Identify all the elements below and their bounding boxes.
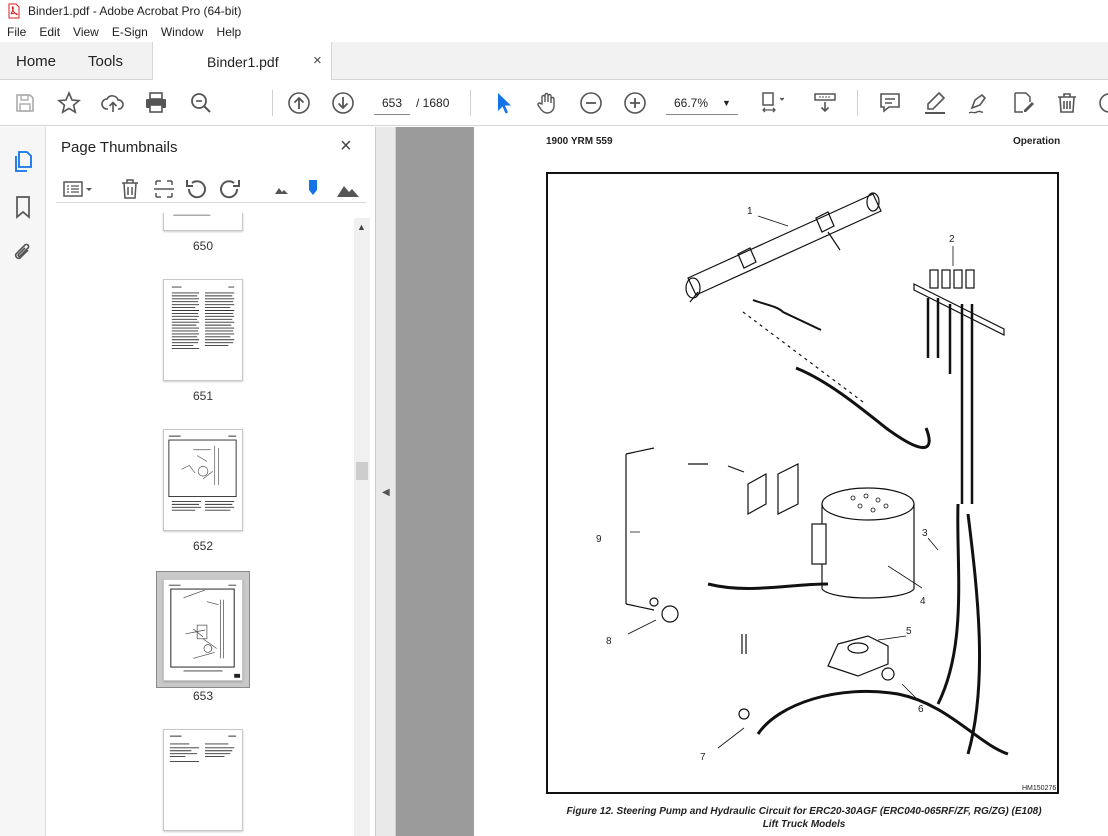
thumbnail-larger-icon[interactable]	[336, 177, 360, 201]
document-tab-label: Binder1.pdf	[207, 54, 279, 70]
panel-title: Page Thumbnails	[61, 139, 178, 156]
chevron-down-icon: ▼	[722, 98, 731, 108]
menu-view[interactable]: View	[66, 25, 105, 39]
pdf-page: 1900 YRM 559 Operation 1 2 3 4 5 6 7 8 9…	[474, 127, 1108, 836]
page-total: / 1680	[416, 96, 450, 110]
menu-esign[interactable]: E-Sign	[105, 25, 154, 39]
document-viewer[interactable]: 1900 YRM 559 Operation 1 2 3 4 5 6 7 8 9…	[396, 127, 1108, 836]
thumbnail-toolbar	[56, 175, 366, 203]
figure-frame: 1 2 3 4 5 6 7 8 9 HM150276	[546, 172, 1059, 794]
tab-home[interactable]: Home	[16, 53, 56, 70]
title-bar: Binder1.pdf - Adobe Acrobat Pro (64-bit)	[0, 0, 1108, 22]
toolbar-divider	[857, 90, 858, 116]
thumbnail-page-number: 652	[192, 539, 214, 553]
rotate-counterclockwise-icon[interactable]	[184, 177, 208, 201]
edit-pdf-icon[interactable]	[1010, 90, 1036, 116]
zoom-search-icon[interactable]	[188, 90, 214, 116]
close-tab-icon[interactable]: ×	[313, 52, 322, 69]
tab-document[interactable]: Binder1.pdf ×	[152, 42, 332, 80]
callout-2: 2	[949, 234, 955, 245]
page-thumbnail[interactable]	[163, 429, 243, 531]
delete-trash-icon[interactable]	[1054, 90, 1080, 116]
toolbar-divider	[470, 90, 471, 116]
callout-7: 7	[700, 752, 706, 763]
page-thumbnails-panel: Page Thumbnails × 650 651 652 653	[46, 127, 376, 836]
print-icon[interactable]	[143, 90, 169, 116]
figure-code: HM150276	[1022, 785, 1057, 792]
sign-pen-icon[interactable]	[966, 90, 992, 116]
select-cursor-icon[interactable]	[490, 90, 516, 116]
page-thumbnail[interactable]	[163, 213, 243, 231]
page-number-input[interactable]: 653	[374, 91, 410, 115]
delete-page-icon[interactable]	[118, 177, 142, 201]
callout-9: 9	[596, 534, 602, 545]
thumbnail-size-slider-icon[interactable]	[302, 177, 326, 201]
more-tools-icon[interactable]	[1096, 90, 1108, 116]
collapse-left-icon[interactable]: ◀	[382, 487, 390, 498]
zoom-level-value: 66.7%	[674, 96, 709, 110]
save-icon[interactable]	[12, 90, 38, 116]
page-header-left: 1900 YRM 559	[546, 136, 613, 147]
menu-help[interactable]: Help	[210, 25, 248, 39]
figure-caption: Figure 12. Steering Pump and Hydraulic C…	[514, 805, 1094, 831]
thumbnail-page-number: 651	[192, 389, 214, 403]
panel-collapse-bar[interactable]: ◀	[376, 127, 396, 836]
thumbnail-page-number: 650	[192, 239, 214, 253]
scroll-mode-icon[interactable]	[812, 90, 838, 116]
next-page-icon[interactable]	[330, 90, 356, 116]
scroll-up-icon[interactable]: ▲	[357, 222, 366, 232]
attachment-paperclip-icon[interactable]	[10, 239, 36, 265]
thumbnail-smaller-icon[interactable]	[270, 177, 294, 201]
thumbnail-page-number: 653	[192, 689, 214, 703]
callout-1: 1	[747, 206, 753, 217]
thumbnail-scrollbar[interactable]: ▲	[354, 218, 370, 836]
previous-page-icon[interactable]	[286, 90, 312, 116]
thumbnail-list: 650 651 652 653	[56, 213, 356, 836]
tab-tools[interactable]: Tools	[88, 53, 123, 70]
close-panel-icon[interactable]: ×	[340, 135, 352, 158]
window-title: Binder1.pdf - Adobe Acrobat Pro (64-bit)	[28, 4, 242, 18]
extract-pages-icon[interactable]	[152, 177, 176, 201]
page-thumbnail-selected[interactable]	[163, 579, 243, 681]
page-thumbnail[interactable]	[163, 279, 243, 381]
callout-4: 4	[920, 596, 926, 607]
hydraulic-circuit-drawing	[625, 192, 1009, 756]
bookmark-icon[interactable]	[10, 194, 36, 220]
caption-line-2: Lift Truck Models	[762, 819, 846, 830]
page-header-right: Operation	[1013, 136, 1061, 147]
page-fit-icon[interactable]	[758, 90, 785, 116]
caption-line-1: Figure 12. Steering Pump and Hydraulic C…	[566, 806, 1042, 817]
highlight-pen-icon[interactable]	[922, 90, 948, 116]
zoom-level-select[interactable]: 66.7% ▼	[666, 91, 738, 115]
menu-bar: File Edit View E-Sign Window Help	[0, 22, 1108, 42]
menu-window[interactable]: Window	[154, 25, 210, 39]
zoom-out-icon[interactable]	[578, 90, 604, 116]
menu-edit[interactable]: Edit	[32, 25, 66, 39]
left-nav-rail	[0, 127, 46, 836]
hand-tool-icon[interactable]	[534, 90, 560, 116]
comment-icon[interactable]	[877, 90, 903, 116]
scrollbar-thumb[interactable]	[356, 462, 368, 480]
callout-5: 5	[906, 626, 912, 637]
page-thumbnail[interactable]	[163, 729, 243, 831]
menu-file[interactable]: File	[0, 25, 32, 39]
callout-3: 3	[922, 528, 928, 539]
upload-cloud-icon[interactable]	[100, 90, 126, 116]
acrobat-pdf-icon	[8, 3, 20, 19]
page-thumbnails-icon[interactable]	[10, 149, 36, 175]
thumbnail-options-icon[interactable]	[62, 177, 94, 201]
bookmark-star-icon[interactable]	[56, 90, 82, 116]
toolbar-divider	[272, 90, 273, 116]
callout-8: 8	[606, 636, 612, 647]
tab-bar: Home Tools Binder1.pdf ×	[0, 42, 1108, 80]
zoom-in-icon[interactable]	[622, 90, 648, 116]
rotate-clockwise-icon[interactable]	[218, 177, 242, 201]
callout-6: 6	[918, 704, 924, 715]
